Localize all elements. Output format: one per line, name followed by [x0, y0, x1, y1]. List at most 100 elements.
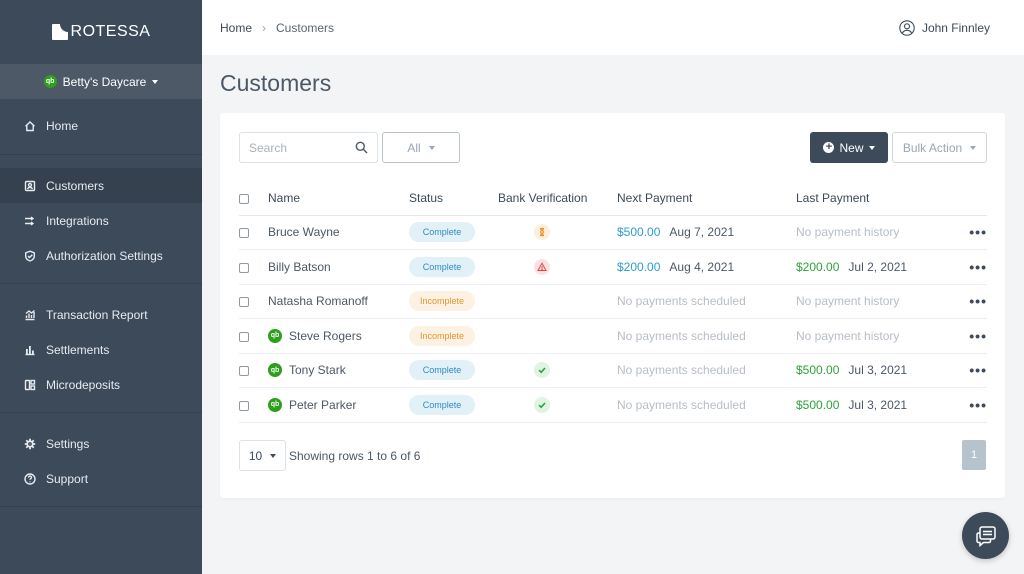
customers-icon — [24, 180, 36, 192]
row-actions-menu-icon[interactable]: ••• — [946, 215, 987, 250]
org-switcher[interactable]: qb Betty's Daycare — [0, 64, 202, 99]
row-checkbox[interactable] — [239, 228, 249, 239]
table-row[interactable]: qb Tony Stark Complete No payments schedule… — [239, 353, 987, 388]
column-header-actions — [946, 181, 987, 216]
sidebar-item-label: Integrations — [46, 213, 109, 228]
sidebar-item-label: Settlements — [46, 342, 110, 357]
bulk-action-dropdown[interactable]: Bulk Action — [892, 132, 987, 163]
page-size-select[interactable]: 10 — [239, 440, 286, 471]
last-payment-amount: $200.00 — [796, 259, 840, 274]
chat-icon — [975, 525, 996, 547]
table-header-row: Name Status Bank Verification Next Payme… — [239, 181, 987, 216]
brand-logo[interactable]: ROTESSA — [0, 0, 202, 64]
customer-name[interactable]: Steve Rogers — [289, 329, 362, 343]
row-select-cell — [239, 249, 268, 285]
transaction-report-icon — [24, 309, 36, 321]
status-badge: Complete — [409, 222, 475, 243]
table-row[interactable]: Bruce Wayne Complete $500.00 Aug 7, 2021 No … — [239, 215, 987, 250]
next-payment-cell: $500.00 Aug 7, 2021 — [617, 215, 796, 250]
status-badge: Complete — [409, 256, 475, 277]
quickbooks-icon: qb — [43, 75, 57, 88]
customer-name[interactable]: Billy Batson — [268, 260, 331, 274]
quickbooks-icon: qb — [268, 363, 282, 378]
chevron-down-icon — [152, 79, 159, 84]
next-payment-cell: No payments scheduled — [617, 284, 796, 319]
next-payment-cell: $200.00 Aug 4, 2021 — [617, 249, 796, 285]
row-checkbox[interactable] — [239, 331, 249, 342]
row-actions-menu-icon[interactable]: ••• — [946, 353, 987, 388]
sidebar-item-customers[interactable]: Customers — [0, 168, 202, 203]
row-checkbox[interactable] — [239, 400, 249, 411]
org-name: Betty's Daycare — [62, 74, 147, 89]
status-filter-dropdown[interactable]: All — [382, 132, 460, 163]
row-checkbox[interactable] — [239, 366, 249, 377]
next-payment-empty: No payments scheduled — [617, 328, 746, 343]
sidebar-item-label: Microdeposits — [46, 377, 121, 392]
pagination-page-button[interactable]: 1 — [962, 440, 986, 470]
sidebar-group: Customers Integrations Authorization Setti… — [0, 155, 202, 284]
last-payment-date: Jul 2, 2021 — [848, 259, 908, 274]
row-checkbox[interactable] — [239, 262, 249, 273]
breadcrumb-home[interactable]: Home — [220, 21, 252, 35]
sidebar-item-label: Transaction Report — [46, 307, 148, 322]
search-input[interactable] — [249, 140, 349, 155]
last-payment-empty: No payment history — [796, 225, 900, 240]
sidebar-item-home[interactable]: Home — [0, 108, 202, 143]
sidebar-item-microdeposits[interactable]: Microdeposits — [0, 367, 202, 402]
sidebar-item-label: Authorization Settings — [46, 248, 163, 263]
user-name: John Finnley — [921, 20, 990, 35]
customers-table: Name Status Bank Verification Next Payme… — [239, 181, 987, 423]
table-row[interactable]: qb Steve Rogers Incomplete No payments sche… — [239, 318, 987, 354]
table-row[interactable]: Natasha Romanoff Incomplete No payments sc… — [239, 284, 987, 319]
sidebar-item-integrations[interactable]: Integrations — [0, 203, 202, 238]
user-menu[interactable]: John Finnley — [899, 19, 990, 36]
column-header-name[interactable]: Name — [268, 181, 409, 216]
new-button[interactable]: + New — [810, 132, 888, 163]
table-row[interactable]: Billy Batson Complete $200.00 Aug 4, 2021 $2… — [239, 249, 987, 285]
sidebar-item-settlements[interactable]: Settlements — [0, 332, 202, 367]
brand-name: ROTESSA — [70, 23, 151, 40]
breadcrumb: Home › Customers — [220, 21, 334, 35]
row-actions-menu-icon[interactable]: ••• — [946, 387, 987, 423]
sidebar-item-transaction-report[interactable]: Transaction Report — [0, 297, 202, 332]
column-header-status[interactable]: Status — [409, 181, 498, 216]
status-cell: Complete — [409, 249, 498, 285]
chat-support-button[interactable] — [962, 512, 1009, 559]
table-row[interactable]: qb Peter Parker Complete No payments schedu… — [239, 387, 987, 423]
sidebar-item-label: Home — [46, 118, 79, 133]
table-toolbar: All + New Bulk Action — [239, 132, 987, 163]
sidebar-item-support[interactable]: Support — [0, 461, 202, 496]
next-payment-cell: No payments scheduled — [617, 353, 796, 388]
status-badge: Incomplete — [409, 325, 475, 346]
sidebar-item-settings[interactable]: Settings — [0, 426, 202, 461]
status-badge: Complete — [409, 360, 475, 381]
help-icon — [24, 472, 36, 485]
search-icon[interactable] — [355, 141, 368, 154]
column-header-bank-verification[interactable]: Bank Verification — [498, 181, 617, 216]
column-header-next-payment[interactable]: Next Payment — [617, 181, 796, 216]
chevron-down-icon — [270, 453, 277, 458]
customer-name[interactable]: Natasha Romanoff — [268, 294, 368, 308]
customer-name-cell: Natasha Romanoff — [268, 284, 409, 319]
last-payment-cell: No payment history — [796, 318, 946, 354]
last-payment-cell: No payment history — [796, 215, 946, 250]
sidebar-nav: Home Customers Integrations Authorization S… — [0, 99, 202, 507]
row-actions-menu-icon[interactable]: ••• — [946, 284, 987, 319]
select-all-checkbox[interactable] — [239, 193, 249, 204]
customer-name[interactable]: Tony Stark — [289, 363, 346, 377]
next-payment-amount: $500.00 — [617, 225, 661, 240]
chevron-down-icon — [970, 145, 977, 150]
row-actions-menu-icon[interactable]: ••• — [946, 249, 987, 285]
sidebar-item-authorization-settings[interactable]: Authorization Settings — [0, 238, 202, 273]
column-header-last-payment[interactable]: Last Payment — [796, 181, 946, 216]
last-payment-date: Jul 3, 2021 — [848, 397, 908, 412]
customer-name[interactable]: Peter Parker — [289, 398, 356, 412]
customer-name[interactable]: Bruce Wayne — [268, 225, 340, 239]
rotessa-logo-icon — [51, 24, 68, 40]
row-actions-menu-icon[interactable]: ••• — [946, 318, 987, 354]
row-checkbox[interactable] — [239, 297, 249, 308]
last-payment-amount: $500.00 — [796, 363, 840, 378]
bank-verification-cell — [498, 215, 617, 250]
status-badge: Incomplete — [409, 291, 475, 312]
user-avatar-icon — [899, 19, 915, 36]
